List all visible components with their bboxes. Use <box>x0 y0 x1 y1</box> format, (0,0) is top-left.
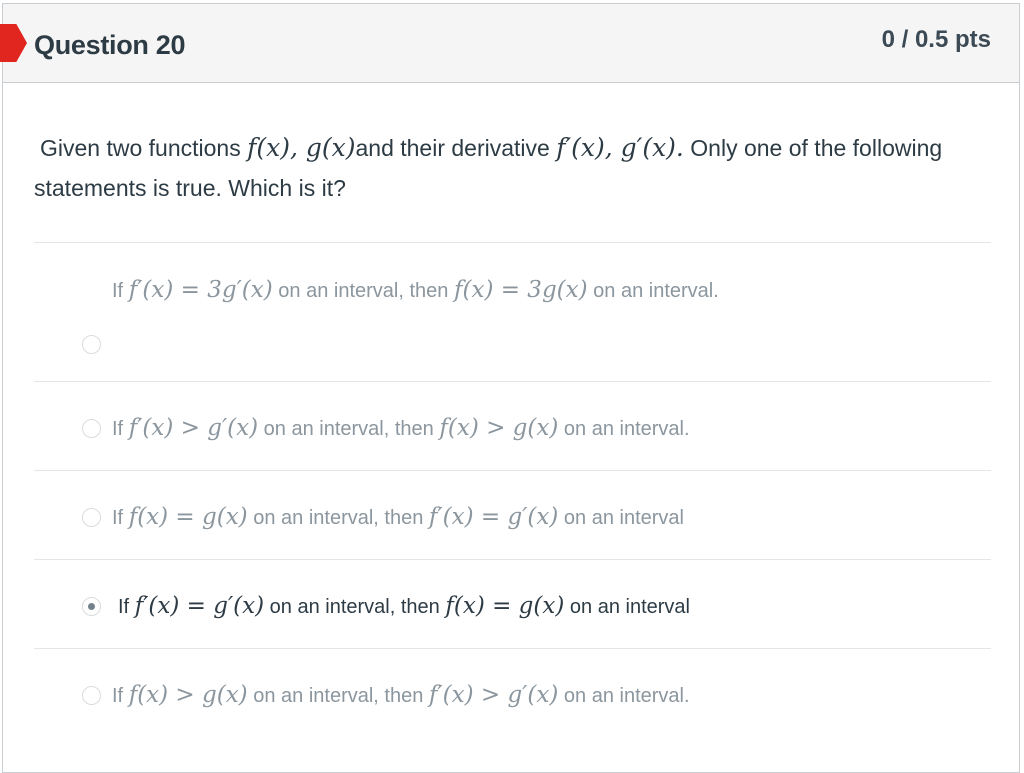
answer-mid-text: on an interval, then <box>253 507 424 529</box>
answer-end-text: on an interval. <box>563 685 690 707</box>
answer-math-conclusion: f(x) = g(x) <box>445 593 565 619</box>
answer-end-text: on an interval. <box>563 418 690 440</box>
answer-math-conclusion: f(x) = 3g(x) <box>453 277 588 303</box>
answer-label: If f′(x) > g′(x) on an interval, then f(… <box>112 415 690 441</box>
answer-label: If f′(x) = 3g′(x) on an interval, then f… <box>112 277 719 303</box>
answer-option-selected[interactable]: If f′(x) = g′(x) on an interval, then f(… <box>34 559 991 648</box>
answer-math-premise: f′(x) > g′(x) <box>128 415 259 441</box>
answer-math-premise: f′(x) = g′(x) <box>134 593 265 619</box>
answer-label: If f(x) = g(x) on an interval, then f′(x… <box>112 504 684 530</box>
answer-label: If f(x) > g(x) on an interval, then f′(x… <box>112 682 690 708</box>
question-math-derivatives: f′(x), g′(x). <box>556 133 684 162</box>
answer-end-text: on an interval <box>563 507 684 529</box>
question-header: Question 20 0 / 0.5 pts <box>0 4 1019 83</box>
question-text: Given two functions f(x), g(x)and their … <box>34 128 964 208</box>
question-title: Question 20 <box>34 30 186 60</box>
answer-radio[interactable] <box>82 508 101 527</box>
answer-option[interactable]: If f′(x) > g′(x) on an interval, then f(… <box>34 381 991 470</box>
answer-if: If <box>118 596 130 618</box>
answer-mid-text: on an interval, then <box>269 596 440 618</box>
answer-option[interactable]: If f(x) > g(x) on an interval, then f′(x… <box>34 648 991 748</box>
answer-if: If <box>112 280 124 302</box>
answer-option[interactable]: If f′(x) = 3g′(x) on an interval, then f… <box>34 242 991 381</box>
answer-radio[interactable] <box>82 419 101 438</box>
question-card: Question 20 0 / 0.5 pts Given two functi… <box>0 3 1020 773</box>
question-math-functions: f(x), g(x) <box>247 133 356 162</box>
answer-math-conclusion: f′(x) > g′(x) <box>428 682 559 708</box>
answer-if: If <box>112 507 124 529</box>
answer-end-text: on an interval <box>569 596 690 618</box>
answer-if: If <box>112 418 124 440</box>
answer-math-conclusion: f(x) > g(x) <box>439 415 559 441</box>
answer-math-premise: f(x) = g(x) <box>128 504 248 530</box>
answer-end-text: on an interval. <box>593 280 719 302</box>
answer-math-premise: f(x) > g(x) <box>128 682 248 708</box>
answer-list: If f′(x) = 3g′(x) on an interval, then f… <box>34 242 991 748</box>
answer-math-conclusion: f′(x) = g′(x) <box>428 504 559 530</box>
question-text-mid: and their derivative <box>355 135 550 161</box>
answer-radio[interactable] <box>82 686 101 705</box>
question-points: 0 / 0.5 pts <box>881 26 991 53</box>
question-text-lead: Given two functions <box>40 135 241 161</box>
answer-option[interactable]: If f(x) = g(x) on an interval, then f′(x… <box>34 470 991 559</box>
answer-mid-text: on an interval, then <box>278 280 449 302</box>
answer-label: If f′(x) = g′(x) on an interval, then f(… <box>118 593 690 619</box>
answer-radio[interactable] <box>82 335 101 354</box>
answer-if: If <box>112 685 124 707</box>
answer-radio-selected[interactable] <box>82 597 101 616</box>
answer-mid-text: on an interval, then <box>263 418 434 440</box>
incorrect-flag-icon <box>0 24 27 62</box>
answer-mid-text: on an interval, then <box>253 685 424 707</box>
answer-math-premise: f′(x) = 3g′(x) <box>128 277 273 303</box>
